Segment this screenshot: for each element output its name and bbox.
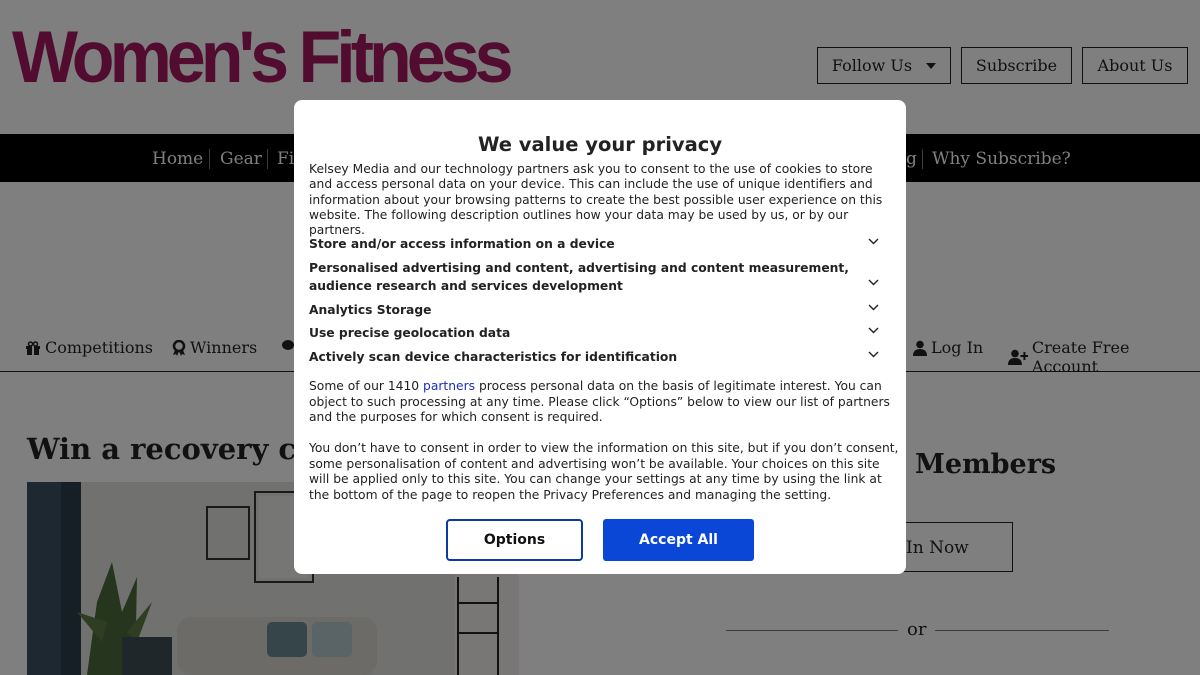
consent-paragraph: You don’t have to consent in order to vi… — [309, 441, 899, 503]
dialog-intro: Kelsey Media and our technology partners… — [309, 162, 883, 238]
privacy-dialog: We value your privacy Kelsey Media and o… — [294, 100, 906, 574]
chevron-down-icon[interactable] — [868, 302, 879, 313]
chevron-down-icon[interactable] — [868, 236, 879, 247]
partners-paragraph: Some of our 1410 partners process person… — [309, 379, 899, 426]
partners-text-pre: Some of our 1410 — [309, 379, 424, 393]
accept-all-button[interactable]: Accept All — [603, 519, 754, 561]
purpose-device-scan[interactable]: Actively scan device characteristics for… — [309, 349, 869, 367]
partners-link[interactable]: partners — [423, 379, 475, 393]
purpose-personalised-advertising[interactable]: Personalised advertising and content, ad… — [309, 260, 869, 295]
purpose-store-access[interactable]: Store and/or access information on a dev… — [309, 236, 869, 254]
chevron-down-icon[interactable] — [868, 349, 879, 360]
purpose-analytics-storage[interactable]: Analytics Storage — [309, 302, 869, 320]
dialog-title: We value your privacy — [477, 133, 723, 156]
options-button[interactable]: Options — [446, 519, 583, 561]
chevron-down-icon[interactable] — [868, 277, 879, 288]
purpose-geolocation[interactable]: Use precise geolocation data — [309, 325, 869, 343]
chevron-down-icon[interactable] — [868, 325, 879, 336]
